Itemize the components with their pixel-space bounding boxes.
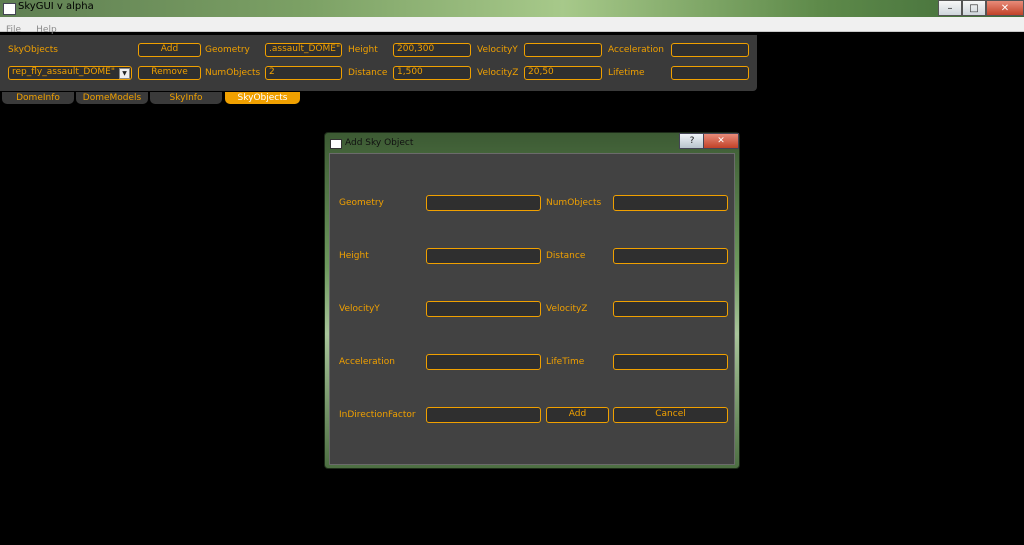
window-title: SkyGUI v alpha (18, 1, 94, 12)
velocityz-field[interactable]: 20,50 (524, 66, 602, 80)
dialog-indirectionfactor-input[interactable] (426, 407, 541, 423)
menu-bar: File Help (0, 17, 1024, 35)
dialog-lifetime-input[interactable] (613, 354, 728, 370)
remove-button[interactable]: Remove (138, 66, 201, 80)
dialog-numobjects-input[interactable] (613, 195, 728, 211)
dialog-acceleration-label: Acceleration (339, 357, 395, 367)
dialog-velocityy-input[interactable] (426, 301, 541, 317)
dialog-indirectionfactor-label: InDirectionFactor (339, 410, 416, 420)
dialog-title: Add Sky Object (345, 138, 414, 148)
dialog-velocityz-input[interactable] (613, 301, 728, 317)
dialog-cancel-button[interactable]: Cancel (613, 407, 728, 423)
acceleration-field[interactable] (671, 43, 749, 57)
help-button[interactable]: ? (679, 133, 705, 149)
distance-field[interactable]: 1,500 (393, 66, 471, 80)
height-field[interactable]: 200,300 (393, 43, 471, 57)
acceleration-label: Acceleration (608, 45, 664, 55)
height-label: Height (348, 45, 378, 55)
skyobjects-label: SkyObjects (8, 45, 58, 55)
skyobject-combo[interactable]: rep_fly_assault_DOME" ▼ (8, 66, 132, 80)
window-titlebar: SkyGUI v alpha – □ ✕ (0, 0, 1024, 17)
dialog-height-label: Height (339, 251, 369, 261)
chevron-down-icon[interactable]: ▼ (119, 68, 130, 79)
maximize-button[interactable]: □ (962, 0, 986, 16)
dialog-acceleration-input[interactable] (426, 354, 541, 370)
dialog-distance-label: Distance (546, 251, 586, 261)
dialog-distance-input[interactable] (613, 248, 728, 264)
dialog-body: Geometry NumObjects Height Distance Velo… (329, 153, 735, 465)
numobjects-field[interactable]: 2 (265, 66, 342, 80)
distance-label: Distance (348, 68, 388, 78)
velocityz-label: VelocityZ (477, 68, 519, 78)
geometry-label: Geometry (205, 45, 250, 55)
tab-domeinfo[interactable]: DomeInfo (2, 92, 74, 104)
tab-skyobjects[interactable]: SkyObjects (225, 92, 300, 104)
skyobjects-panel: SkyObjects Add rep_fly_assault_DOME" ▼ R… (0, 35, 757, 91)
minimize-button[interactable]: – (938, 0, 962, 16)
app-icon (3, 3, 16, 15)
dialog-close-button[interactable]: ✕ (703, 133, 739, 149)
dialog-height-input[interactable] (426, 248, 541, 264)
dialog-numobjects-label: NumObjects (546, 198, 602, 208)
velocityy-label: VelocityY (477, 45, 518, 55)
close-button[interactable]: ✕ (986, 0, 1024, 16)
skyobject-combo-value: rep_fly_assault_DOME" (12, 67, 115, 77)
lifetime-label: Lifetime (608, 68, 645, 78)
tab-skyinfo[interactable]: SkyInfo (150, 92, 222, 104)
lifetime-field[interactable] (671, 66, 749, 80)
add-button[interactable]: Add (138, 43, 201, 57)
dialog-velocityy-label: VelocityY (339, 304, 380, 314)
dialog-geometry-input[interactable] (426, 195, 541, 211)
dialog-icon (330, 139, 342, 149)
numobjects-label: NumObjects (205, 68, 261, 78)
menu-help[interactable]: Help (30, 24, 61, 35)
dialog-add-button[interactable]: Add (546, 407, 609, 423)
menu-file[interactable]: File (0, 24, 25, 35)
dialog-geometry-label: Geometry (339, 198, 384, 208)
dialog-lifetime-label: LifeTime (546, 357, 585, 367)
dialog-velocityz-label: VelocityZ (546, 304, 588, 314)
add-sky-object-dialog: Add Sky Object ? ✕ Geometry NumObjects H… (324, 132, 740, 469)
velocityy-field[interactable] (524, 43, 602, 57)
tab-domemodels[interactable]: DomeModels (76, 92, 148, 104)
geometry-field[interactable]: .assault_DOME" (265, 43, 342, 57)
